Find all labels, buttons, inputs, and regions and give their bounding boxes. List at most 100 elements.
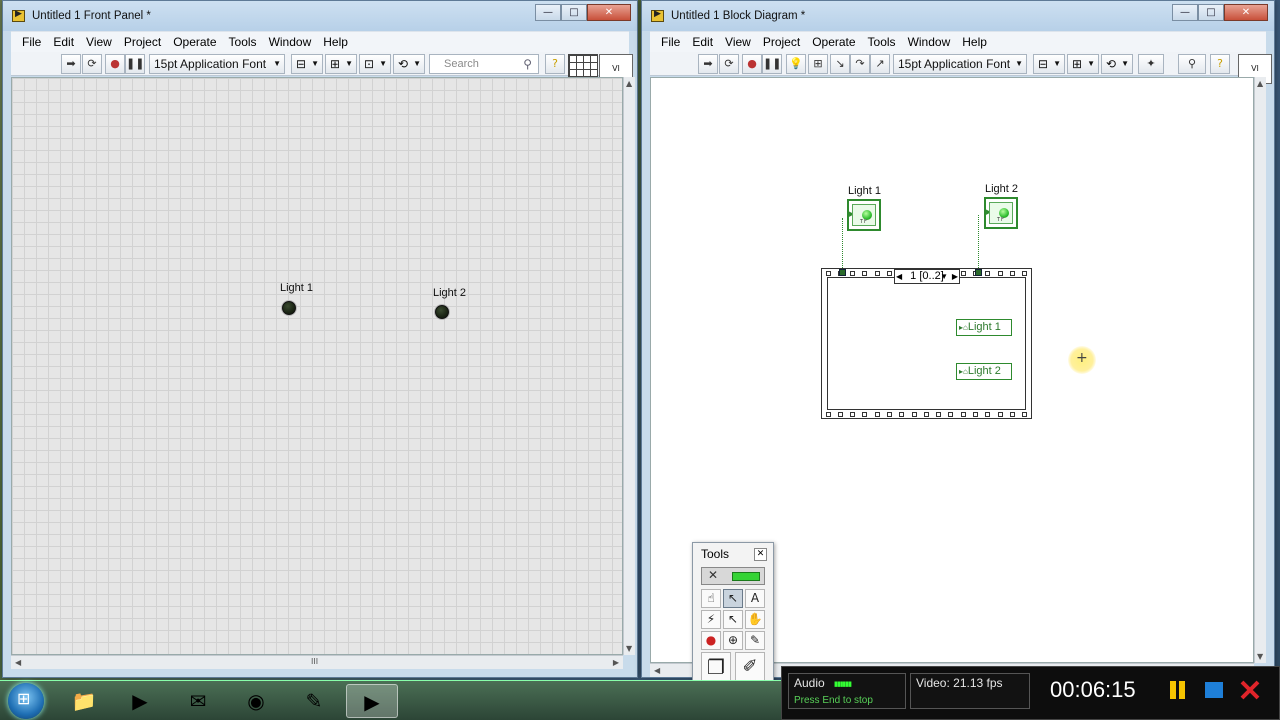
menu-operate[interactable]: Operate [167,35,222,49]
boolean-led-light-2[interactable] [435,305,449,319]
notes-taskbar-icon[interactable]: ✎ [288,684,340,718]
probe-tool-icon[interactable]: ⊕ [723,631,743,650]
block-diagram-vscroll[interactable]: ▲ ▼ [1254,77,1266,663]
media-player-taskbar-icon[interactable]: ▶ [114,684,166,718]
reorder-button[interactable]: ⟲ ▼ [1101,54,1133,74]
menu-view[interactable]: View [719,35,757,49]
get-color-tool-icon[interactable]: ✎ [745,631,765,650]
front-panel-vscroll[interactable]: ▲ ▼ [623,77,635,655]
resize-objects-button[interactable]: ⊡ ▼ [359,54,391,74]
increment-arrow-icon[interactable]: ▶ [952,270,958,283]
menu-project[interactable]: Project [757,35,806,49]
align-objects-button[interactable]: ⊟ ▼ [1033,54,1065,74]
abort-icon[interactable]: ● [105,54,125,74]
front-panel-hscroll[interactable]: ◀ III ▶ [11,655,623,669]
font-select[interactable]: 15pt Application Font ▼ [893,54,1027,74]
start-button[interactable]: ⊞ [8,683,44,719]
pause-icon[interactable]: ❚❚ [762,54,782,74]
menu-operate[interactable]: Operate [806,35,861,49]
stop-recording-button[interactable] [1203,679,1225,701]
color-swatch-icon[interactable]: ❐ [701,652,731,682]
highlight-execution-icon[interactable]: 💡 [786,54,806,74]
sequence-tunnel-1[interactable] [839,269,846,276]
menu-file[interactable]: File [655,35,686,49]
help-icon[interactable]: ? [1210,54,1230,74]
close-icon[interactable]: ✕ [754,548,767,561]
scroll-down-icon[interactable]: ▼ [1257,652,1263,661]
outlook-taskbar-icon[interactable]: ✉ [172,684,224,718]
align-objects-button[interactable]: ⊟ ▼ [291,54,323,74]
terminal-light-1[interactable]: ▶ TF [847,199,881,231]
maximize-button[interactable]: □ [1198,4,1224,21]
operate-value-tool-icon[interactable]: ☝ [701,589,721,608]
edit-text-tool-icon[interactable]: A [745,589,765,608]
explorer-taskbar-icon[interactable]: 📁 [58,684,110,718]
stacked-sequence-structure[interactable]: ◀ 1 [0..2] ▼ ▶ [821,268,1032,419]
reorder-button[interactable]: ⟲ ▼ [393,54,425,74]
block-diagram-titlebar[interactable]: Untitled 1 Block Diagram * — □ ✕ [642,1,1274,31]
menu-view[interactable]: View [80,35,118,49]
menu-tools[interactable]: Tools [862,35,902,49]
maximize-button[interactable]: □ [561,4,587,21]
sequence-tunnel-2[interactable] [975,269,982,276]
cancel-recording-button[interactable] [1239,679,1261,701]
labview-taskbar-icon[interactable]: ▶ [346,684,398,718]
run-arrow-icon[interactable]: ➡ [61,54,81,74]
scroll-grip[interactable]: III [311,657,318,666]
terminal-light-2[interactable]: ▶ TF [984,197,1018,229]
position-size-select-tool-icon[interactable]: ↖ [723,589,743,608]
menu-window[interactable]: Window [902,35,957,49]
font-select[interactable]: 15pt Application Font ▼ [149,54,285,74]
set-color-tool-icon[interactable]: ✐ [735,652,765,682]
tools-palette[interactable]: Tools ✕ ✕ ☝ ↖ A ⚡ ↖ ✋ ● ⊕ ✎ ❐ ✐ [692,542,774,688]
wire-light-1[interactable] [842,218,843,270]
run-arrow-icon[interactable]: ➡ [698,54,718,74]
menu-window[interactable]: Window [263,35,318,49]
breakpoint-tool-icon[interactable]: ● [701,631,721,650]
pause-recording-button[interactable] [1167,679,1189,701]
front-panel-window[interactable]: Untitled 1 Front Panel * — □ ✕ File Edit… [2,0,638,678]
local-variable-light-2[interactable]: ▸⌂Light 2 [956,363,1012,380]
scroll-left-icon[interactable]: ◀ [654,666,660,675]
run-continuously-icon[interactable]: ⟳ [719,54,739,74]
help-icon[interactable]: ? [545,54,565,74]
front-panel-titlebar[interactable]: Untitled 1 Front Panel * — □ ✕ [3,1,637,31]
search-input[interactable]: Search ⚲ [429,54,539,74]
decrement-arrow-icon[interactable]: ◀ [896,270,902,283]
menu-help[interactable]: Help [317,35,354,49]
sequence-frame-area[interactable] [827,277,1026,410]
close-button[interactable]: ✕ [1224,4,1268,21]
step-out-icon[interactable]: ↗ [870,54,890,74]
step-into-icon[interactable]: ↘ [830,54,850,74]
boolean-led-light-1[interactable] [282,301,296,315]
menu-tools[interactable]: Tools [223,35,263,49]
automatic-tool-selection[interactable]: ✕ [701,567,765,585]
scroll-window-tool-icon[interactable]: ✋ [745,610,765,629]
menu-help[interactable]: Help [956,35,993,49]
firefox-taskbar-icon[interactable]: ◉ [230,684,282,718]
scroll-up-icon[interactable]: ▲ [626,79,632,88]
menu-edit[interactable]: Edit [47,35,80,49]
chevron-down-icon[interactable]: ▼ [940,270,948,283]
magnifier-icon[interactable]: ⚲ [1178,54,1206,74]
distribute-objects-button[interactable]: ⊞ ▼ [1067,54,1099,74]
abort-icon[interactable]: ● [742,54,762,74]
retain-wire-values-icon[interactable]: ⊞ [808,54,828,74]
front-panel-canvas[interactable] [11,77,623,655]
scroll-down-icon[interactable]: ▼ [626,644,632,653]
scroll-left-icon[interactable]: ◀ [15,658,21,667]
sequence-selector[interactable]: ◀ 1 [0..2] ▼ ▶ [894,269,960,284]
minimize-button[interactable]: — [535,4,561,21]
pause-icon[interactable]: ❚❚ [125,54,145,74]
menu-edit[interactable]: Edit [686,35,719,49]
scroll-right-icon[interactable]: ▶ [613,658,619,667]
wire-light-2[interactable] [978,215,979,270]
local-variable-light-1[interactable]: ▸⌂Light 1 [956,319,1012,336]
clean-up-diagram-icon[interactable]: ✦ [1138,54,1164,74]
close-button[interactable]: ✕ [587,4,631,21]
object-shortcut-menu-tool-icon[interactable]: ↖ [723,610,743,629]
scroll-up-icon[interactable]: ▲ [1257,79,1263,88]
minimize-button[interactable]: — [1172,4,1198,21]
menu-file[interactable]: File [16,35,47,49]
menu-project[interactable]: Project [118,35,167,49]
